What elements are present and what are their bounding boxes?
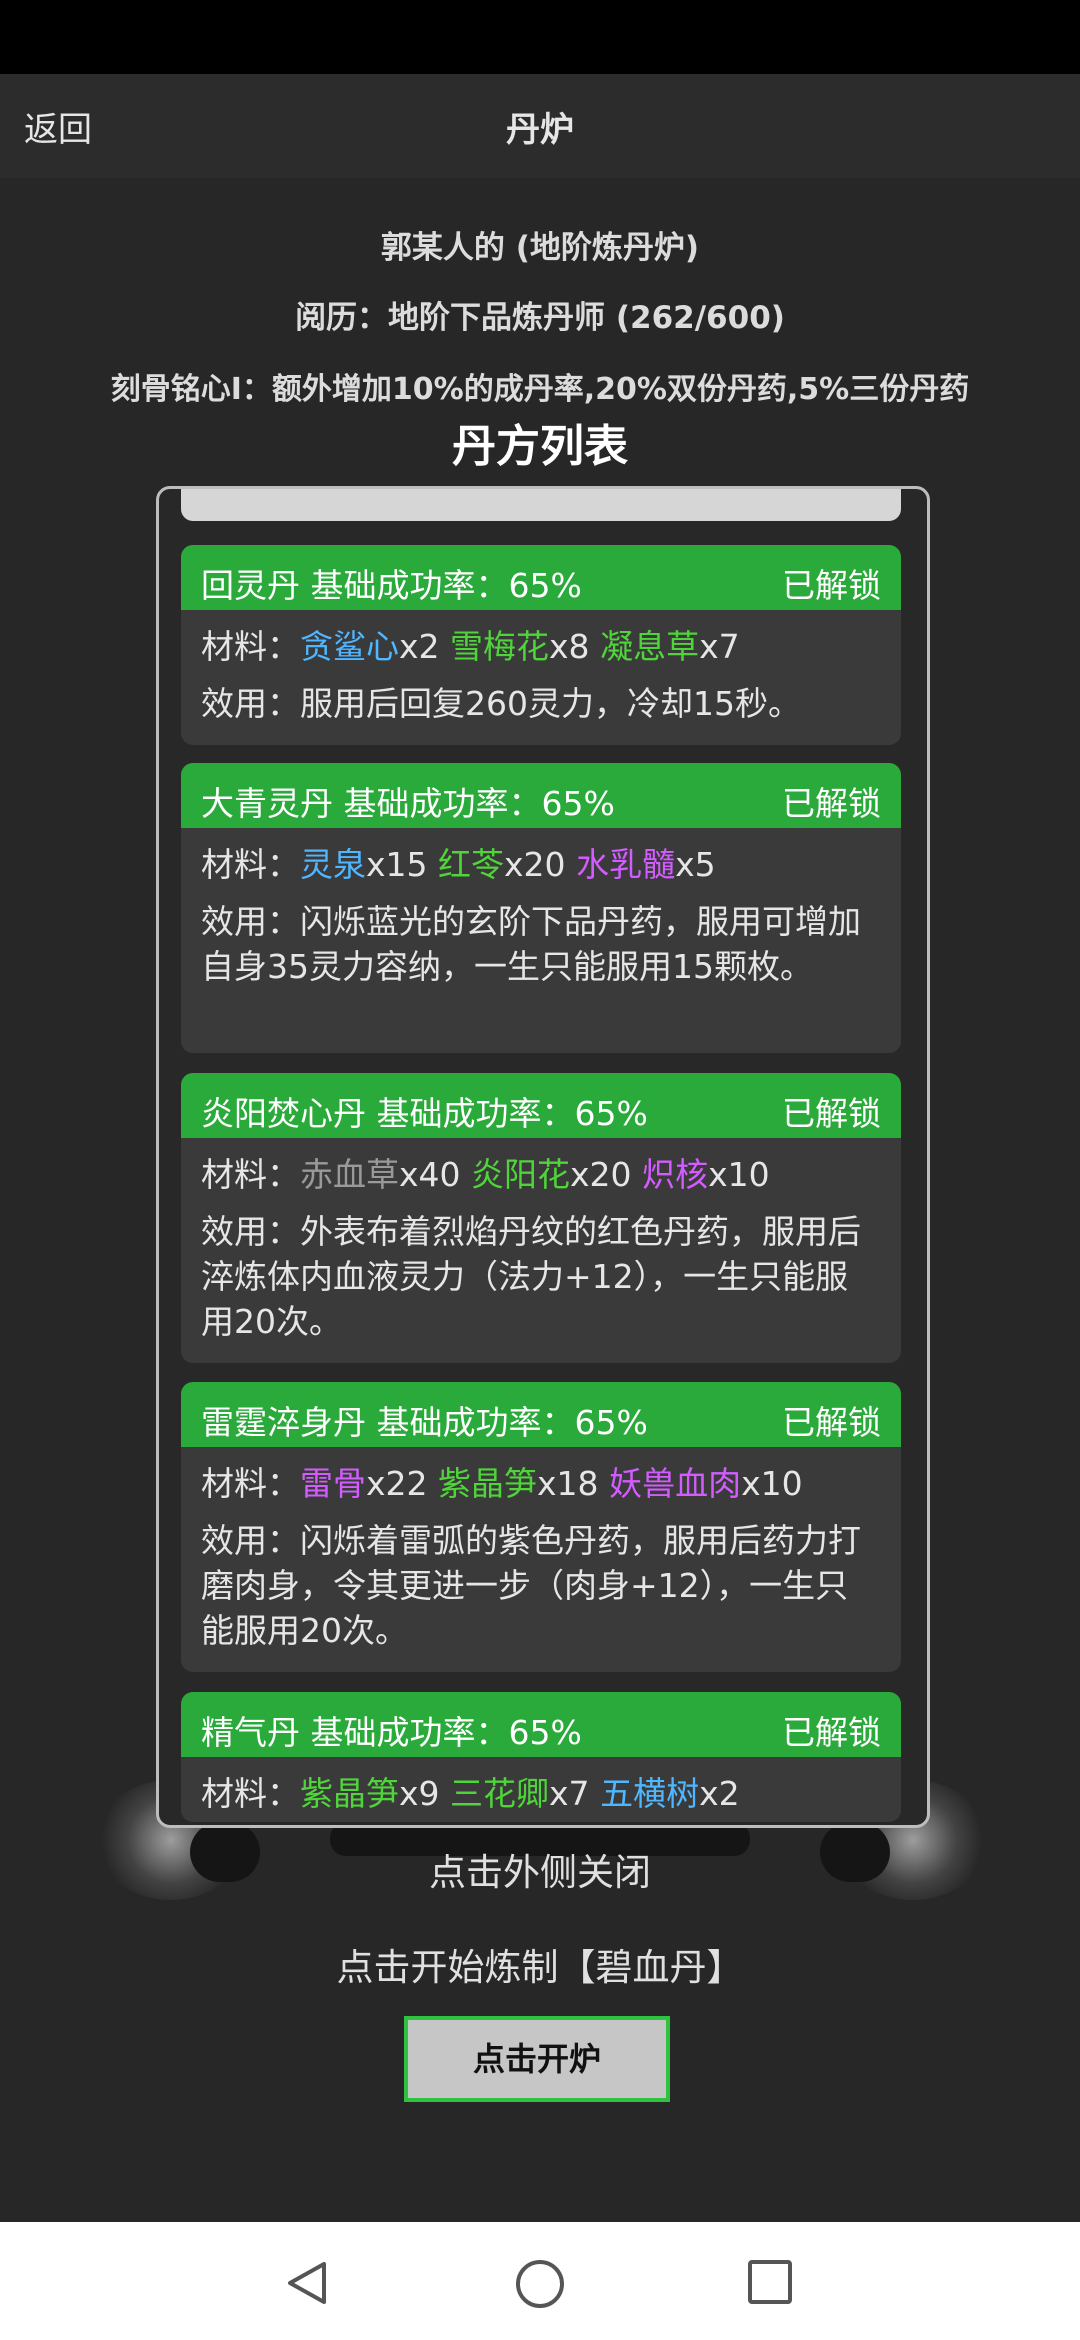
effect-text: 效用：闪烁着雷弧的紫色丹药，服用后药力打磨肉身，令其更进一步（肉身+12），一生…: [201, 1521, 861, 1650]
close-hint-text[interactable]: 点击外侧关闭: [0, 1842, 1080, 1896]
start-hint-text: 点击开始炼制【碧血丹】: [336, 1946, 744, 1989]
materials-label: 材料：: [201, 627, 300, 666]
recipe-unlock-status: 已解锁: [782, 566, 881, 605]
recipe-card-body: 材料：贪鲨心x2 雪梅花x8 凝息草x7 效用：服用后回复260灵力，冷却15秒。: [181, 610, 901, 742]
recipe-title: 大青灵丹 基础成功率：65%: [201, 784, 615, 823]
recipe-card-partial[interactable]: [181, 489, 901, 521]
material-quantity: x7: [699, 627, 740, 666]
material-quantity: x10: [708, 1155, 770, 1194]
recipe-title: 精气丹 基础成功率：65%: [201, 1713, 582, 1752]
material-quantity: x9: [399, 1774, 440, 1813]
materials-label: 材料：: [201, 845, 300, 884]
skill-bonus-text: 刻骨铭心I：额外增加10%的成丹率,20%双份丹药,5%三份丹药: [110, 372, 970, 407]
material-name: 炎阳花: [471, 1155, 571, 1194]
materials-line: 材料：紫晶笋x9 三花卿x7 五横树x2: [201, 1771, 881, 1816]
status-bar: [0, 0, 1080, 74]
recipe-card-header: 炎阳焚心丹 基础成功率：65% 已解锁: [181, 1073, 901, 1138]
recipe-card[interactable]: 大青灵丹 基础成功率：65% 已解锁材料：灵泉x15 红苓x20 水乳髓x5 效用：…: [181, 763, 901, 1053]
material-quantity: x7: [549, 1774, 590, 1813]
recipe-card-body: 材料：赤血草x40 炎阳花x20 炽核x10 效用：外表布着烈焰丹纹的红色丹药，服…: [181, 1138, 901, 1360]
materials-label: 材料：: [201, 1774, 300, 1813]
material-quantity: x2: [699, 1774, 740, 1813]
material-name: 凝息草: [600, 627, 700, 666]
recipe-card-header: 大青灵丹 基础成功率：65% 已解锁: [181, 763, 901, 828]
material-name: 贪鲨心: [300, 627, 399, 666]
recipe-unlock-status: 已解锁: [782, 1403, 881, 1442]
recipe-list-scroll[interactable]: 回灵丹 基础成功率：65% 已解锁 材料：贪鲨心x2 雪梅花x8 凝息草x7 效用：服…: [159, 489, 927, 1825]
screen: 返回 丹炉 郭某人的 (地阶炼丹炉) 阅历：地阶下品炼丹师 (262/600) …: [0, 0, 1080, 2340]
material-name: 妖兽血肉: [609, 1464, 742, 1503]
recipe-unlock-status: 已解锁: [782, 1713, 881, 1752]
material-name: 灵泉: [300, 845, 366, 884]
material-quantity: x18: [537, 1464, 599, 1503]
materials-line: 材料：雷骨x22 紫晶笋x18 妖兽血肉x10: [201, 1461, 881, 1506]
recipe-card-body: 材料：紫晶笋x9 三花卿x7 五横树x2: [181, 1757, 901, 1822]
material-name: 水乳髓: [576, 845, 676, 884]
material-name: 红苓: [438, 845, 505, 884]
app-header: 返回 丹炉: [0, 74, 1080, 178]
material-name: 三花卿: [450, 1774, 550, 1813]
recipe-card[interactable]: 炎阳焚心丹 基础成功率：65% 已解锁材料：赤血草x40 炎阳花x20 炽核x10…: [181, 1073, 901, 1363]
recipe-card[interactable]: 雷霆淬身丹 基础成功率：65% 已解锁材料：雷骨x22 紫晶笋x18 妖兽血肉x1…: [181, 1382, 901, 1672]
materials-line: 材料：赤血草x40 炎阳花x20 炽核x10: [201, 1152, 881, 1197]
recipe-title: 雷霆淬身丹 基础成功率：65%: [201, 1403, 648, 1442]
recipe-card[interactable]: 回灵丹 基础成功率：65% 已解锁材料：贪鲨心x2 雪梅花x8 凝息草x7 效用：服…: [181, 545, 901, 745]
material-quantity: x40: [399, 1155, 461, 1194]
material-quantity: x2: [399, 627, 440, 666]
effect-text: 效用：外表布着烈焰丹纹的红色丹药，服用后淬炼体内血液灵力（法力+12），一生只能…: [201, 1212, 861, 1341]
recipe-card-body: 材料：灵泉x15 红苓x20 水乳髓x5 效用：闪烁蓝光的玄阶下品丹药，服用可增加…: [181, 828, 901, 1005]
materials-line: 材料：灵泉x15 红苓x20 水乳髓x5: [201, 842, 881, 887]
furnace-owner-text: 郭某人的 (地阶炼丹炉): [380, 230, 700, 266]
materials-label: 材料：: [201, 1464, 300, 1503]
recipe-card-header: 回灵丹 基础成功率：65% 已解锁: [181, 545, 901, 610]
materials-line: 材料：贪鲨心x2 雪梅花x8 凝息草x7: [201, 624, 881, 669]
material-quantity: x22: [366, 1464, 428, 1503]
material-quantity: x15: [366, 845, 428, 884]
material-quantity: x10: [741, 1464, 803, 1503]
recipe-card-body: 材料：雷骨x22 紫晶笋x18 妖兽血肉x10 效用：闪烁着雷弧的紫色丹药，服用后…: [181, 1447, 901, 1669]
back-icon[interactable]: [282, 2258, 332, 2308]
materials-label: 材料：: [201, 1155, 300, 1194]
recipe-list-title: 丹方列表: [452, 421, 628, 472]
material-name: 紫晶笋: [438, 1464, 538, 1503]
material-name: 赤血草: [300, 1155, 399, 1194]
material-name: 炽核: [642, 1155, 709, 1194]
open-furnace-button[interactable]: 点击开炉: [404, 2016, 670, 2102]
home-icon[interactable]: [514, 2258, 566, 2310]
recipe-title: 回灵丹 基础成功率：65%: [201, 566, 582, 605]
experience-text: 阅历：地阶下品炼丹师 (262/600): [295, 300, 785, 336]
material-quantity: x20: [504, 845, 566, 884]
recipe-card-header: 雷霆淬身丹 基础成功率：65% 已解锁: [181, 1382, 901, 1447]
recipe-unlock-status: 已解锁: [782, 1094, 881, 1133]
material-quantity: x8: [549, 627, 590, 666]
recipe-card[interactable]: 精气丹 基础成功率：65% 已解锁材料：紫晶笋x9 三花卿x7 五横树x2: [181, 1692, 901, 1822]
effect-text: 效用：服用后回复260灵力，冷却15秒。: [201, 684, 801, 723]
recipe-list-dialog: 回灵丹 基础成功率：65% 已解锁 材料：贪鲨心x2 雪梅花x8 凝息草x7 效用：服…: [156, 486, 930, 1828]
page-title: 丹炉: [506, 110, 574, 150]
effect-text: 效用：闪烁蓝光的玄阶下品丹药，服用可增加自身35灵力容纳，一生只能服用15颗枚。: [201, 902, 861, 986]
material-quantity: x20: [570, 1155, 632, 1194]
material-quantity: x5: [675, 845, 716, 884]
recipe-title: 炎阳焚心丹 基础成功率：65%: [201, 1094, 648, 1133]
material-name: 雷骨: [300, 1464, 366, 1503]
recipe-card-header: 精气丹 基础成功率：65% 已解锁: [181, 1692, 901, 1757]
recipe-unlock-status: 已解锁: [782, 784, 881, 823]
system-nav-bar: [0, 2222, 1080, 2340]
material-name: 雪梅花: [450, 627, 550, 666]
material-name: 五横树: [600, 1774, 700, 1813]
recents-icon[interactable]: [746, 2258, 794, 2306]
material-name: 紫晶笋: [300, 1774, 399, 1813]
